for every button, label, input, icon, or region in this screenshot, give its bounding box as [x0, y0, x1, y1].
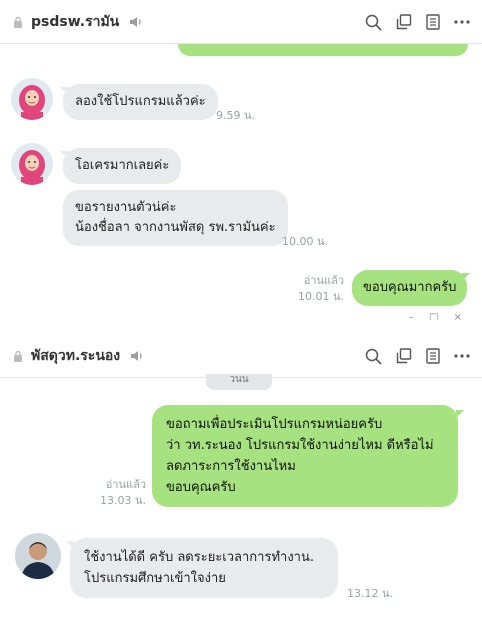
read-receipt: อ่านแล้ว 13.03 น.: [66, 477, 146, 509]
read-label: อ่านแล้ว: [303, 274, 344, 287]
speaker-icon[interactable]: [129, 16, 143, 28]
message-bubble[interactable]: ขอถามเพื่อประเมินโปรแกรมหน่อยครับ ว่า วท…: [152, 405, 458, 507]
message-bubble[interactable]: ขอบคุณมากครับ: [352, 270, 468, 306]
lock-icon: [14, 16, 22, 28]
message-line: ว่า วท.ระนอง โปรแกรมใช้งานง่ายไหม ดีหรือ…: [166, 438, 434, 453]
notes-icon[interactable]: [426, 348, 440, 364]
message-line: ใช้งานได้ดี ครับ ลดระยะเวลาการทำงาน.: [84, 550, 314, 565]
notes-icon[interactable]: [426, 14, 440, 30]
chat-title: psdsw.รามัน: [31, 13, 120, 30]
avatar[interactable]: [11, 78, 53, 120]
message-text: ขอบคุณมากครับ: [363, 280, 457, 295]
bubble-tail: [456, 410, 464, 418]
chat-window-1: psdsw.รามัน ลองใช้โปรแกรมแล้วค่ะ 9.59 น.…: [0, 0, 482, 320]
avatar-hijab-icon: [11, 143, 53, 185]
message-bubble[interactable]: ขอรายงานตัวน่ค่ะ น้องชื่อลา จากงานพัสดุ …: [63, 190, 288, 246]
message-time: 13.03 น.: [99, 494, 146, 507]
message-time: 10.00 น.: [282, 235, 329, 248]
message-line: น้องชื่อลา จากงานพัสดุ รพ.รามันค่ะ: [75, 220, 276, 235]
copy-icon[interactable]: [396, 14, 412, 30]
previous-message-fragment: [178, 44, 468, 56]
avatar[interactable]: [11, 143, 53, 185]
message-line: ขอถามเพื่อประเมินโปรแกรมหน่อยครับ: [166, 417, 383, 432]
message-time: 13.12 น.: [347, 587, 394, 600]
chat-header: พัสดุวท.ระนอง: [0, 334, 482, 378]
bubble-tail: [462, 273, 470, 281]
avatar-hijab-icon: [11, 78, 53, 120]
message-bubble[interactable]: ลองใช้โปรแกรมแล้วค่ะ: [63, 84, 218, 120]
date-pill: วนน: [206, 374, 272, 390]
avatar-photo-icon: [15, 533, 61, 579]
search-icon[interactable]: [365, 14, 382, 31]
chat-title: พัสดุวท.ระนอง: [31, 347, 121, 364]
lock-icon: [14, 350, 22, 362]
speaker-icon[interactable]: [130, 350, 144, 362]
more-icon[interactable]: [454, 354, 470, 358]
chat-window-2: พัสดุวท.ระนอง วนน อ่านแล้ว 13.03 น. ขอถา…: [0, 320, 482, 617]
message-bubble[interactable]: ใช้งานได้ดี ครับ ลดระยะเวลาการทำงาน. โปร…: [70, 538, 338, 598]
message-line: ขอบคุณครับ: [166, 480, 236, 495]
avatar[interactable]: [15, 533, 61, 579]
message-text: โอเครมากเลยค่ะ: [75, 158, 170, 173]
message-time: 10.01 น.: [297, 290, 344, 303]
message-line: โปรแกรมศึกษาเข้าใจง่าย: [84, 571, 226, 586]
date-label: วนน: [229, 374, 249, 385]
message-time: 9.59 น.: [216, 109, 256, 122]
search-icon[interactable]: [365, 348, 382, 365]
more-icon[interactable]: [454, 20, 470, 24]
message-line: ลดภาระการใช้งานไหม: [166, 459, 296, 474]
message-text: ลองใช้โปรแกรมแล้วค่ะ: [75, 94, 206, 109]
chat-header: psdsw.รามัน: [0, 0, 482, 44]
message-bubble[interactable]: โอเครมากเลยค่ะ: [63, 148, 182, 184]
copy-icon[interactable]: [396, 348, 412, 364]
read-receipt: อ่านแล้ว 10.01 น.: [262, 273, 344, 305]
message-line: ขอรายงานตัวน่ค่ะ: [75, 200, 177, 215]
read-label: อ่านแล้ว: [105, 478, 146, 491]
